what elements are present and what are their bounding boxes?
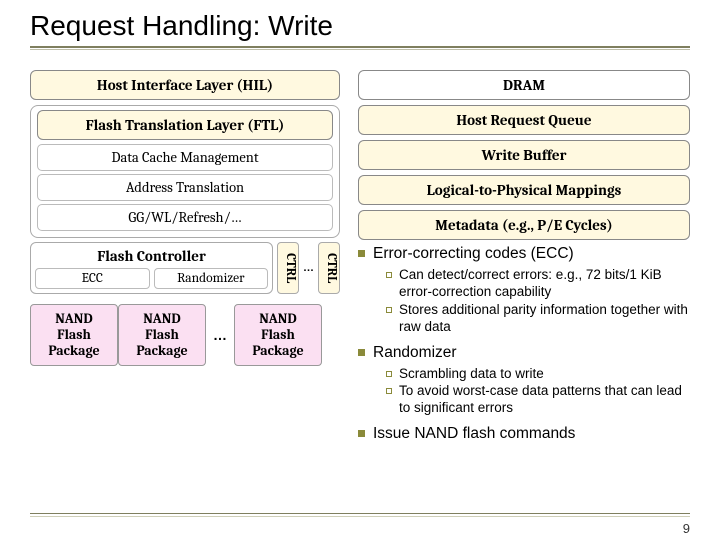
nand-box-1: NAND Flash Package (30, 304, 118, 366)
bullet-square-icon (358, 349, 365, 356)
nand-box-3: NAND Flash Package (234, 304, 322, 366)
bullet-issue-nand: Issue NAND flash commands (358, 425, 690, 443)
bullet-square-icon (358, 250, 365, 257)
bullet-ecc-text: Error-correcting codes (ECC) (373, 245, 574, 263)
metadata-box: Metadata (e.g., P/E Cycles) (358, 210, 690, 240)
sub-bullet-ecc-2: Stores additional parity information tog… (386, 302, 690, 336)
footer-rule-2 (30, 516, 690, 517)
dram-box: DRAM (358, 70, 690, 100)
footer-rule-1 (30, 513, 690, 515)
ctrl-box-2: CTRL (318, 242, 340, 294)
sub-bullet-ecc-1-text: Can detect/correct errors: e.g., 72 bits… (399, 267, 690, 301)
host-request-queue-box: Host Request Queue (358, 105, 690, 135)
ctrl-ellipsis: … (303, 262, 314, 274)
flash-controller-title: Flash Controller (35, 247, 268, 265)
page-title: Request Handling: Write (30, 10, 690, 42)
sub-bullet-rand-1: Scrambling data to write (386, 366, 690, 383)
write-buffer-box: Write Buffer (358, 140, 690, 170)
bullet-randomizer-text: Randomizer (373, 344, 457, 362)
bullet-square-icon (358, 430, 365, 437)
l2p-mappings-box: Logical-to-Physical Mappings (358, 175, 690, 205)
ecc-cell: ECC (35, 268, 150, 289)
bullet-outline-square-icon (386, 307, 392, 313)
flash-controller-group: Flash Controller ECC Randomizer (30, 242, 273, 294)
dram-group: DRAM Host Request Queue Write Buffer Log… (358, 70, 690, 240)
title-rule-1 (30, 46, 690, 48)
sub-bullet-rand-1-text: Scrambling data to write (399, 366, 544, 383)
bullet-outline-square-icon (386, 371, 392, 377)
gg-wl-refresh-box: GG/WL/Refresh/… (37, 204, 333, 231)
sub-bullet-rand-2: To avoid worst-case data patterns that c… (386, 383, 690, 417)
ftl-box: Flash Translation Layer (FTL) (37, 110, 333, 140)
sub-bullet-rand-2-text: To avoid worst-case data patterns that c… (399, 383, 690, 417)
bullet-ecc: Error-correcting codes (ECC) (358, 245, 690, 263)
nand-ellipsis: … (206, 327, 234, 343)
ctrl-box-1: CTRL (277, 242, 299, 294)
page-number: 9 (683, 521, 690, 536)
ftl-group: Flash Translation Layer (FTL) Data Cache… (30, 105, 340, 238)
nand-row: NAND Flash Package NAND Flash Package … … (30, 304, 340, 366)
data-cache-mgmt-box: Data Cache Management (37, 144, 333, 171)
sub-bullet-ecc-1: Can detect/correct errors: e.g., 72 bits… (386, 267, 690, 301)
hil-box: Host Interface Layer (HIL) (30, 70, 340, 100)
bullet-outline-square-icon (386, 272, 392, 278)
sub-bullet-ecc-2-text: Stores additional parity information tog… (399, 302, 690, 336)
bullet-outline-square-icon (386, 388, 392, 394)
address-translation-box: Address Translation (37, 174, 333, 201)
nand-box-2: NAND Flash Package (118, 304, 206, 366)
bullet-randomizer: Randomizer (358, 344, 690, 362)
bullet-issue-nand-text: Issue NAND flash commands (373, 425, 575, 443)
flash-controller-row: Flash Controller ECC Randomizer CTRL … C… (30, 242, 340, 294)
title-rule-2 (30, 49, 690, 50)
randomizer-cell: Randomizer (154, 268, 269, 289)
